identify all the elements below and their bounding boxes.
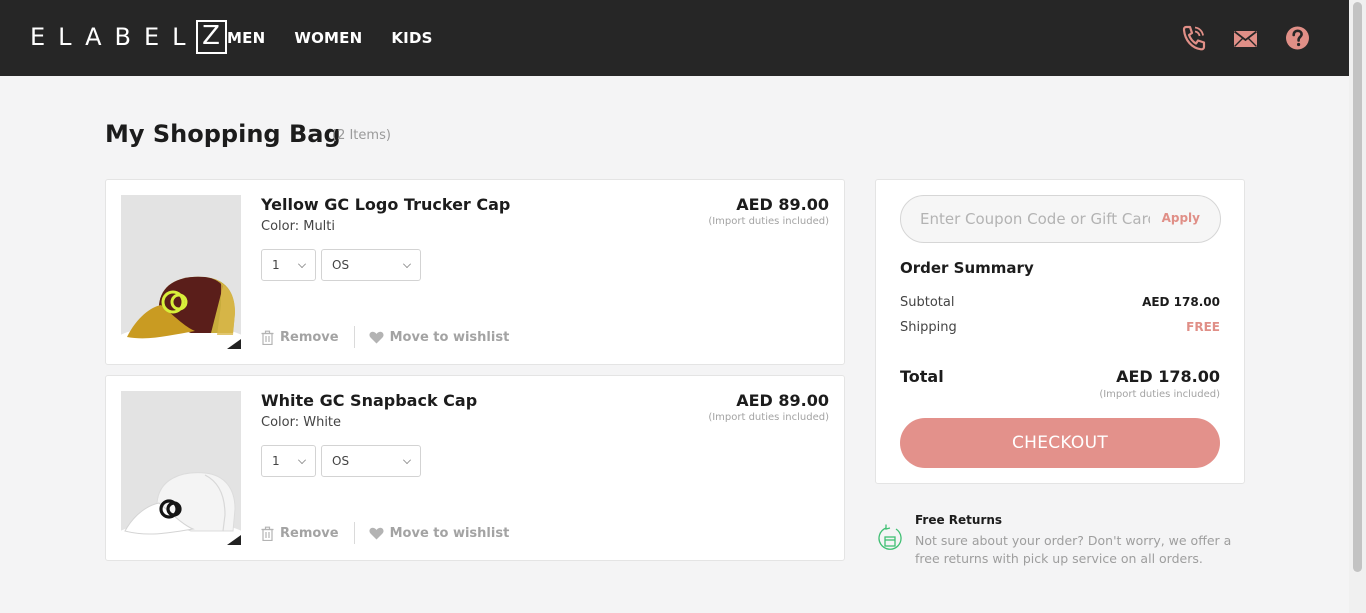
import-duty-note: (Import duties included) — [1099, 389, 1220, 400]
order-summary-panel: Apply Order Summary Subtotal AED 178.00 … — [875, 179, 1245, 484]
coupon-field: Apply — [900, 195, 1221, 243]
main-nav: MEN WOMEN KIDS — [227, 0, 462, 76]
subtotal-value: AED 178.00 — [1142, 295, 1220, 309]
nav-kids[interactable]: KIDS — [391, 29, 432, 47]
remove-button[interactable]: Remove — [261, 330, 339, 345]
shipping-value: FREE — [1186, 320, 1220, 334]
top-header: ELABEL Z MEN WOMEN KIDS — [0, 0, 1349, 76]
product-image[interactable] — [121, 195, 241, 349]
remove-label: Remove — [280, 525, 339, 541]
apply-coupon-button[interactable]: Apply — [1162, 211, 1200, 225]
import-duty-note: (Import duties included) — [708, 216, 829, 227]
nav-men[interactable]: MEN — [227, 29, 265, 47]
product-color: Color: Multi — [261, 219, 336, 234]
product-color: Color: White — [261, 415, 342, 430]
header-icons — [1181, 24, 1310, 52]
quantity-select[interactable]: 1 — [261, 249, 316, 281]
wishlist-label: Move to wishlist — [389, 329, 510, 345]
chevron-down-icon — [298, 260, 306, 268]
wishlist-label: Move to wishlist — [389, 525, 510, 541]
scrollbar-thumb[interactable] — [1353, 2, 1362, 572]
shipping-label: Shipping — [900, 320, 957, 335]
size-value: OS — [332, 454, 350, 468]
move-to-wishlist-button[interactable]: Move to wishlist — [369, 329, 510, 345]
help-icon[interactable] — [1285, 24, 1310, 52]
trash-icon — [261, 526, 274, 541]
product-name[interactable]: Yellow GC Logo Trucker Cap — [261, 195, 510, 214]
phone-icon[interactable] — [1181, 24, 1206, 52]
free-returns-text: Not sure about your order? Don't worry, … — [915, 533, 1232, 566]
order-summary-title: Order Summary — [900, 259, 1034, 277]
logo-box-letter: Z — [195, 20, 227, 54]
chevron-down-icon — [403, 260, 411, 268]
shipping-row: Shipping FREE — [900, 320, 1220, 335]
item-actions: Remove Move to wishlist — [261, 326, 509, 348]
size-value: OS — [332, 258, 350, 272]
return-box-icon — [878, 524, 902, 550]
total-row: Total AED 178.00 — [900, 367, 1220, 386]
quantity-select[interactable]: 1 — [261, 445, 316, 477]
logo-text: ELABEL — [30, 23, 199, 51]
chevron-down-icon — [403, 456, 411, 464]
page-title: My Shopping Bag — [105, 120, 341, 148]
subtotal-row: Subtotal AED 178.00 — [900, 295, 1220, 310]
bag-item-card: White GC Snapback Cap Color: White 1 OS … — [105, 375, 845, 561]
total-value: AED 178.00 — [1116, 367, 1220, 386]
total-label: Total — [900, 367, 944, 386]
mail-icon[interactable] — [1233, 24, 1258, 52]
product-price: AED 89.00 — [736, 391, 829, 410]
free-returns-title: Free Returns — [915, 513, 1003, 527]
product-price: AED 89.00 — [736, 195, 829, 214]
size-select[interactable]: OS — [321, 445, 421, 477]
bag-item-card: Yellow GC Logo Trucker Cap Color: Multi … — [105, 179, 845, 365]
product-image[interactable] — [121, 391, 241, 545]
quantity-value: 1 — [272, 258, 280, 272]
divider — [353, 522, 355, 544]
move-to-wishlist-button[interactable]: Move to wishlist — [369, 525, 510, 541]
site-logo[interactable]: ELABEL Z — [30, 20, 227, 54]
checkout-button[interactable]: CHECKOUT — [900, 418, 1220, 468]
size-select[interactable]: OS — [321, 249, 421, 281]
scrollbar[interactable] — [1349, 0, 1366, 613]
bag-item-count: (2 Items) — [332, 128, 391, 143]
heart-icon — [369, 527, 384, 539]
item-actions: Remove Move to wishlist — [261, 522, 509, 544]
heart-icon — [369, 331, 384, 343]
product-name[interactable]: White GC Snapback Cap — [261, 391, 477, 410]
remove-label: Remove — [280, 329, 339, 345]
chevron-down-icon — [298, 456, 306, 464]
nav-women[interactable]: WOMEN — [294, 29, 362, 47]
import-duty-note: (Import duties included) — [708, 412, 829, 423]
remove-button[interactable]: Remove — [261, 526, 339, 541]
trash-icon — [261, 330, 274, 345]
coupon-input[interactable] — [920, 208, 1150, 230]
quantity-value: 1 — [272, 454, 280, 468]
divider — [353, 326, 355, 348]
subtotal-label: Subtotal — [900, 295, 955, 310]
